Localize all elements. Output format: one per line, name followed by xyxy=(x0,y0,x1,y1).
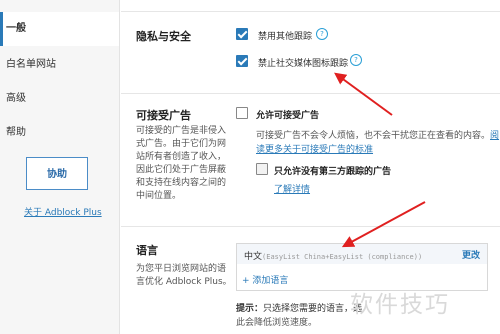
arrow-to-language xyxy=(341,201,426,248)
change-language-button[interactable]: 更改 xyxy=(462,248,480,261)
sidebar-item-whitelist[interactable]: 白名单网站 xyxy=(0,48,119,82)
add-language-button[interactable]: + 添加语言 xyxy=(242,273,288,286)
disable-social-tracking-label: 禁止社交媒体图标跟踪 xyxy=(258,59,349,69)
language-tip: 提示：只选择您需要的语言，选 xyxy=(236,304,363,314)
no-third-party-tracking-label: 只允许没有第三方跟踪的广告 xyxy=(274,167,392,177)
language-description: 为您平日浏览网站的语 言优化 Adblock Plus。 xyxy=(136,264,232,287)
allow-acceptable-ads-label: 允许可接受广告 xyxy=(256,111,320,121)
current-language: 中文(EasyList China+EasyList (compliance)) xyxy=(244,252,423,262)
divider xyxy=(121,93,500,94)
divider xyxy=(121,226,500,227)
info-icon[interactable]: ? xyxy=(350,54,362,66)
language-tip-line2: 此会降低浏览速度。 xyxy=(236,318,318,328)
acceptable-ads-criteria: 读更多关于可接受广告的标准 xyxy=(256,142,373,155)
read-more-criteria-link[interactable]: 读更多关于可接受广告的标准 xyxy=(256,145,373,155)
language-section-title: 语言 xyxy=(136,244,158,257)
no-third-party-tracking-checkbox[interactable] xyxy=(256,163,268,175)
learn-more-link[interactable]: 了解详情 xyxy=(274,185,310,195)
disable-social-tracking-checkbox[interactable] xyxy=(236,55,248,67)
help-button[interactable]: 协助 xyxy=(26,157,88,190)
acceptable-ads-title: 可接受广告 xyxy=(136,109,191,122)
disable-tracking-label: 禁用其他跟踪 xyxy=(258,32,313,42)
sidebar-item-help[interactable]: 帮助 xyxy=(0,116,119,150)
allow-acceptable-ads-checkbox[interactable] xyxy=(236,107,248,119)
sidebar-item-general[interactable]: 一般 xyxy=(0,12,119,46)
about-adblock-link[interactable]: 关于 Adblock Plus xyxy=(24,205,102,218)
privacy-section-title: 隐私与安全 xyxy=(136,30,191,43)
read-more-link[interactable]: 阅 xyxy=(490,131,499,141)
sidebar-item-advanced[interactable]: 高级 xyxy=(0,82,119,116)
divider xyxy=(121,11,500,12)
arrow-to-social-tracking xyxy=(334,72,393,116)
language-filter-lists: (EasyList China+EasyList (compliance)) xyxy=(262,253,423,261)
learn-more-link-wrap: 了解详情 xyxy=(274,182,310,195)
disable-tracking-checkbox[interactable] xyxy=(236,28,248,40)
acceptable-ads-description: 可接受的广告是非侵入 式广告。由于它们为网 站所有者创造了收入， 因此它们处于广… xyxy=(136,126,227,201)
watermark-text: 软件技巧 xyxy=(350,292,450,318)
sidebar: 一般 白名单网站 高级 帮助 协助 关于 Adblock Plus xyxy=(0,0,120,334)
acceptable-ads-info: 可接受广告不会令人烦恼，也不会干扰您正在查看的内容。阅 xyxy=(256,131,500,141)
info-icon[interactable]: ? xyxy=(316,28,328,40)
